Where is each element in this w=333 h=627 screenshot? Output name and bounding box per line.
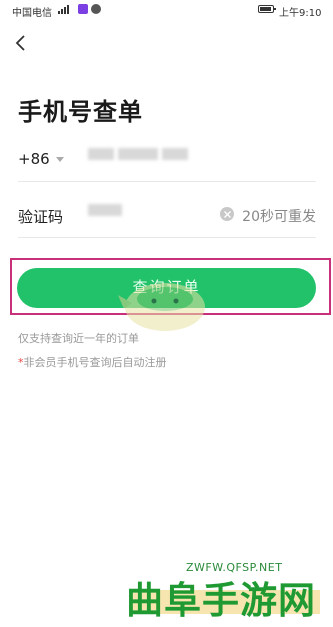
battery-icon [258, 5, 276, 13]
redacted-phone-number [118, 148, 158, 160]
clear-circle-icon [223, 210, 231, 218]
code-row: 验证码 20秒可重发 [18, 194, 316, 238]
page-title: 手机号查单 [18, 98, 143, 126]
caret-down-icon [55, 156, 64, 162]
code-label: 验证码 [18, 208, 64, 226]
mascot-watermark-icon [118, 283, 205, 331]
redacted-code [88, 204, 122, 216]
chevron-left-icon [15, 35, 25, 51]
notification-icons [78, 4, 101, 14]
redacted-phone-number [88, 148, 114, 160]
auto-register-notice: *非会员手机号查询后自动注册 [18, 354, 167, 370]
back-button[interactable] [10, 32, 32, 54]
carrier-label: 中国电信 [12, 8, 52, 19]
app-notification-icon [78, 4, 88, 14]
country-code-selector[interactable]: +86 [18, 150, 64, 168]
phone-row: +86 [18, 138, 316, 182]
resend-button[interactable]: 20秒可重发 [242, 206, 316, 226]
watermark-logo: 曲阜手游网 [126, 579, 316, 622]
redacted-phone-number [162, 148, 188, 160]
signal-icon [58, 5, 69, 14]
status-bar: 中国电信 上午9:10 [0, 0, 333, 20]
clock: 上午9:10 [279, 8, 322, 19]
message-icon [91, 4, 101, 14]
country-code-label: +86 [18, 150, 50, 168]
clear-button[interactable] [220, 207, 234, 221]
notice-label: 非会员手机号查询后自动注册 [23, 356, 167, 369]
range-note: 仅支持查询近一年的订单 [18, 332, 139, 345]
